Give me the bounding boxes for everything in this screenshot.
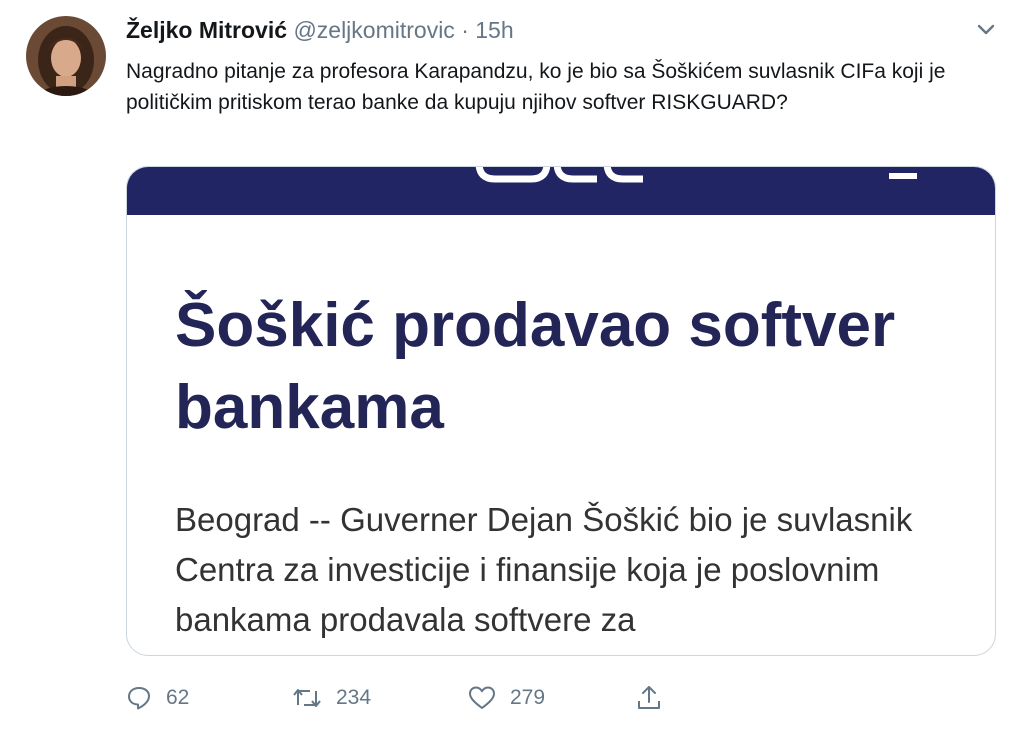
tweet-header: Željko Mitrović @zeljkomitrovic · 15h: [126, 14, 514, 46]
share-button[interactable]: [636, 680, 662, 716]
avatar[interactable]: [26, 16, 106, 96]
tweet-text: Nagradno pitanje za profesora Karapandzu…: [126, 60, 946, 114]
author-name[interactable]: Željko Mitrović: [126, 17, 287, 43]
like-button[interactable]: 279: [468, 680, 545, 716]
retweet-icon: [293, 689, 321, 707]
reply-icon: [128, 687, 150, 710]
reply-button[interactable]: 62: [126, 680, 189, 716]
like-count: 279: [510, 686, 546, 709]
tweet-time[interactable]: 15h: [475, 17, 513, 43]
more-options-button[interactable]: [970, 14, 1002, 46]
retweet-button[interactable]: 234: [292, 680, 371, 716]
like-icon: [469, 686, 495, 709]
separator: ·: [461, 17, 469, 43]
author-handle[interactable]: @zeljkomitrovic: [293, 17, 454, 43]
share-icon: [638, 686, 660, 709]
tweet[interactable]: Željko Mitrović @zeljkomitrovic · 15h Na…: [0, 0, 1024, 733]
retweet-count: 234: [336, 686, 372, 709]
link-card[interactable]: Šoškić prodavao softver bankama Beograd …: [126, 166, 996, 656]
card-banner: [127, 167, 995, 215]
card-title: Šoškić prodavao softver bankama: [175, 291, 896, 442]
tweet-actions: 62 234 279: [126, 680, 826, 716]
chevron-down-icon: [977, 24, 995, 35]
user-avatar-icon: [26, 16, 106, 96]
reply-count: 62: [166, 686, 190, 709]
banner-logo-icon: [475, 167, 917, 183]
card-body: Beograd -- Guverner Dejan Šoškić bio je …: [175, 501, 913, 638]
